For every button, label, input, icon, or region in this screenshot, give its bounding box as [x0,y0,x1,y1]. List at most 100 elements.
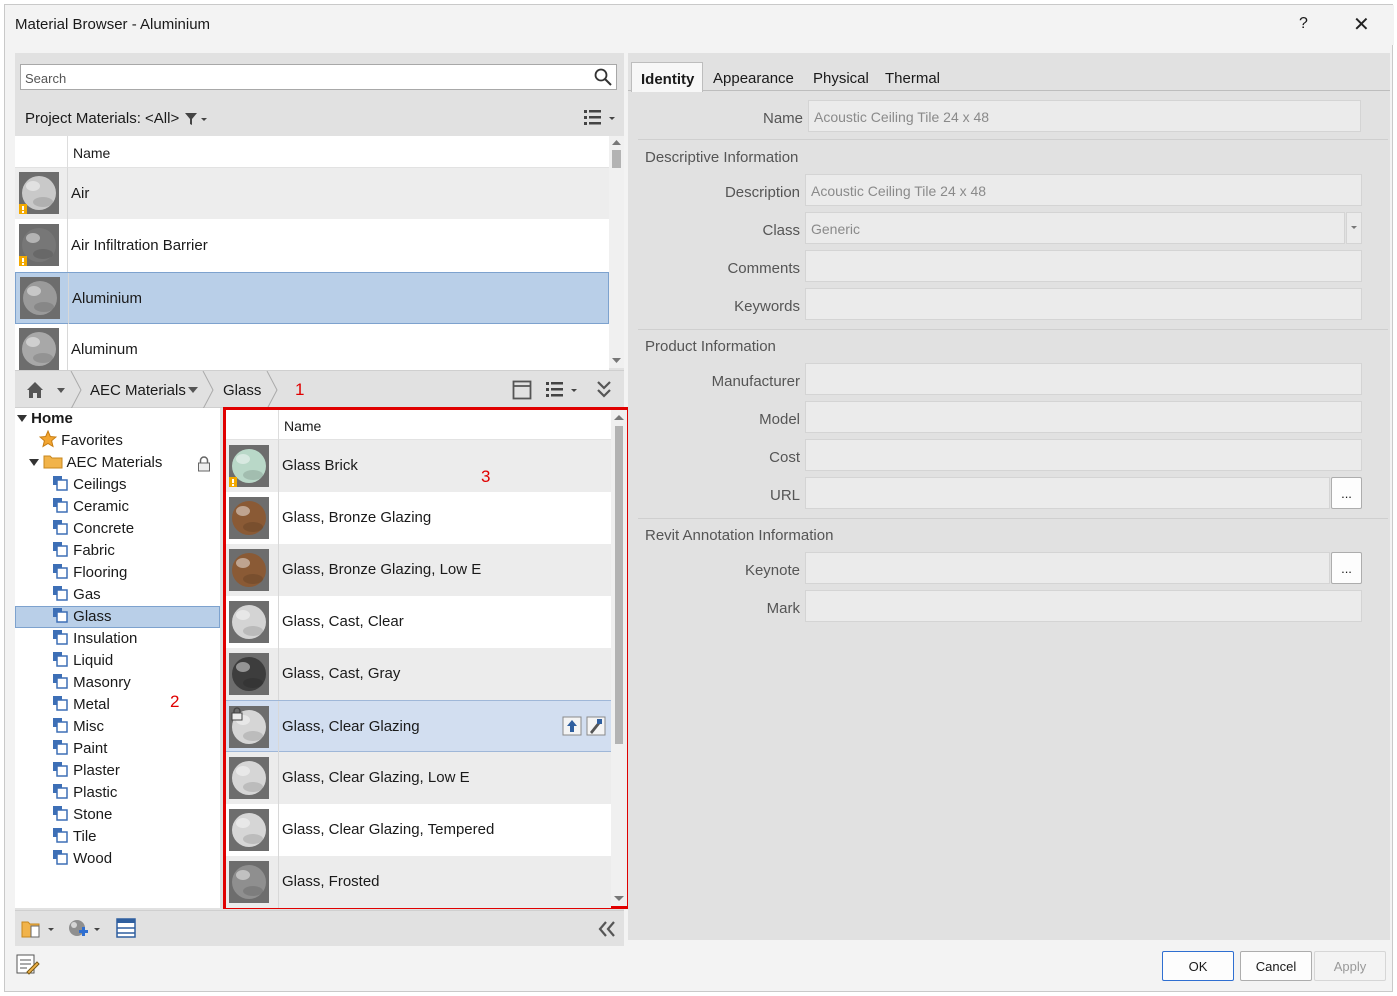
tree-item-fabric[interactable]: Fabric [51,540,115,562]
chevron-down-icon[interactable] [187,385,199,395]
view-options-icon[interactable] [583,108,619,128]
tree-category-label: Wood [73,850,113,867]
library-column-header-name[interactable]: Name [284,418,321,434]
project-materials-filter[interactable]: Project Materials: <All> [25,110,209,127]
tab-thermal[interactable]: Thermal [885,62,940,92]
expand-triangle-icon[interactable] [17,413,27,423]
collapse-panel-icon[interactable] [597,920,617,938]
model-label: Model [759,411,800,428]
editor-tabs: Identity Appearance Physical Thermal [628,59,1390,92]
add-to-document-icon[interactable] [562,716,582,736]
material-editor-toggle-icon[interactable] [15,952,41,978]
description-field[interactable]: Acoustic Ceiling Tile 24 x 48 [805,174,1362,206]
cancel-button[interactable]: Cancel [1240,951,1312,981]
annotation-2: 2 [170,692,180,711]
library-list-scrollbar[interactable] [611,410,627,906]
class-dropdown-button[interactable] [1346,212,1362,244]
tree-item-liquid[interactable]: Liquid [51,650,113,672]
name-field[interactable]: Acoustic Ceiling Tile 24 x 48 [808,100,1361,132]
library-material-row[interactable]: Glass Brick [226,440,611,492]
expand-triangle-icon[interactable] [29,457,39,467]
product-information-title: Product Information [645,338,776,355]
keynote-browse-button[interactable]: ... [1331,552,1362,584]
tree-item-ceramic[interactable]: Ceramic [51,496,129,518]
tree-item-paint[interactable]: Paint [51,738,107,760]
tree-item-insulation[interactable]: Insulation [51,628,137,650]
url-field[interactable] [805,477,1330,509]
collapse-library-icon[interactable] [595,379,613,401]
tree-item-home[interactable]: Home [17,408,73,430]
close-button[interactable]: ✕ [1353,12,1370,37]
comments-field[interactable] [805,250,1362,282]
search-icon[interactable] [593,67,613,87]
tree-item-flooring[interactable]: Flooring [51,562,127,584]
breadcrumb-separator-icon [202,371,214,409]
library-material-row[interactable]: Glass, Clear Glazing, Low E [226,752,611,804]
keynote-label: Keynote [744,562,800,579]
ok-button[interactable]: OK [1162,951,1234,981]
edit-material-icon[interactable] [586,716,606,736]
class-dropdown[interactable]: Generic [805,212,1345,244]
tree-item-glass[interactable]: Glass [51,606,112,628]
tree-item-tile[interactable]: Tile [51,826,97,848]
breadcrumb-category[interactable]: Glass [223,382,261,399]
create-material-icon[interactable] [67,918,103,940]
home-icon[interactable] [25,380,69,400]
project-list-scrollbar[interactable] [609,136,624,368]
tree-item-plastic[interactable]: Plastic [51,782,117,804]
project-material-row[interactable]: Air [15,168,609,220]
breadcrumb-library[interactable]: AEC Materials [90,382,186,399]
project-material-row[interactable]: Aluminium [15,272,609,325]
create-library-icon[interactable] [21,918,57,940]
lock-icon [198,456,210,472]
tab-appearance[interactable]: Appearance [713,62,794,92]
tree-item-wood[interactable]: Wood [51,848,112,870]
help-button[interactable]: ? [1299,15,1308,33]
tree-category-label: Stone [73,806,113,823]
model-field[interactable] [805,401,1362,433]
tab-identity[interactable]: Identity [631,62,703,92]
apply-button[interactable]: Apply [1314,951,1386,981]
filter-icon[interactable] [183,111,209,127]
tree-item-favorites[interactable]: Favorites [38,429,123,452]
left-panel: Search Project Materials: <All> Name Air… [15,53,630,946]
category-icon [53,674,68,689]
library-material-row[interactable]: Glass, Cast, Clear [226,596,611,648]
project-material-row[interactable]: Aluminum [15,324,609,376]
material-swatch-icon [229,497,269,539]
tree-category-label: Gas [73,586,101,603]
asset-browser-icon[interactable] [115,917,137,939]
keywords-field[interactable] [805,288,1362,320]
tree-item-gas[interactable]: Gas [51,584,101,606]
library-material-row[interactable]: Glass, Cast, Gray [226,648,611,700]
library-breadcrumb-bar: AEC Materials Glass 1 [15,370,624,409]
search-input[interactable]: Search [20,64,617,90]
column-header-name[interactable]: Name [73,145,110,161]
tree-item-misc[interactable]: Misc [51,716,104,738]
tree-item-concrete[interactable]: Concrete [51,518,134,540]
manufacturer-field[interactable] [805,363,1362,395]
tab-physical[interactable]: Physical [813,62,869,92]
library-material-row[interactable]: Glass, Frosted [226,856,611,908]
library-material-row[interactable]: Glass, Clear Glazing, Tempered [226,804,611,856]
tree-item-masonry[interactable]: Masonry [51,672,131,694]
library-material-row[interactable]: Glass, Bronze Glazing [226,492,611,544]
tree-category-label: Liquid [73,652,114,669]
url-browse-button[interactable]: ... [1331,477,1362,509]
category-icon [53,828,68,843]
library-material-row[interactable]: Glass, Bronze Glazing, Low E [226,544,611,596]
library-view-options-icon[interactable] [545,380,581,400]
tree-item-ceilings[interactable]: Ceilings [51,474,127,496]
library-material-row[interactable]: Glass, Clear Glazing [226,700,611,753]
project-material-row[interactable]: Air Infiltration Barrier [15,220,609,272]
panel-toggle-icon[interactable] [512,380,532,400]
category-icon [53,806,68,821]
tree-item-metal[interactable]: Metal [51,694,110,716]
keynote-field[interactable] [805,552,1330,584]
cost-field[interactable] [805,439,1362,471]
tree-item-plaster[interactable]: Plaster [51,760,120,782]
mark-field[interactable] [805,590,1362,622]
material-swatch-icon [229,861,269,903]
tree-item-stone[interactable]: Stone [51,804,112,826]
tree-item-aec-materials[interactable]: AEC Materials [29,452,162,474]
